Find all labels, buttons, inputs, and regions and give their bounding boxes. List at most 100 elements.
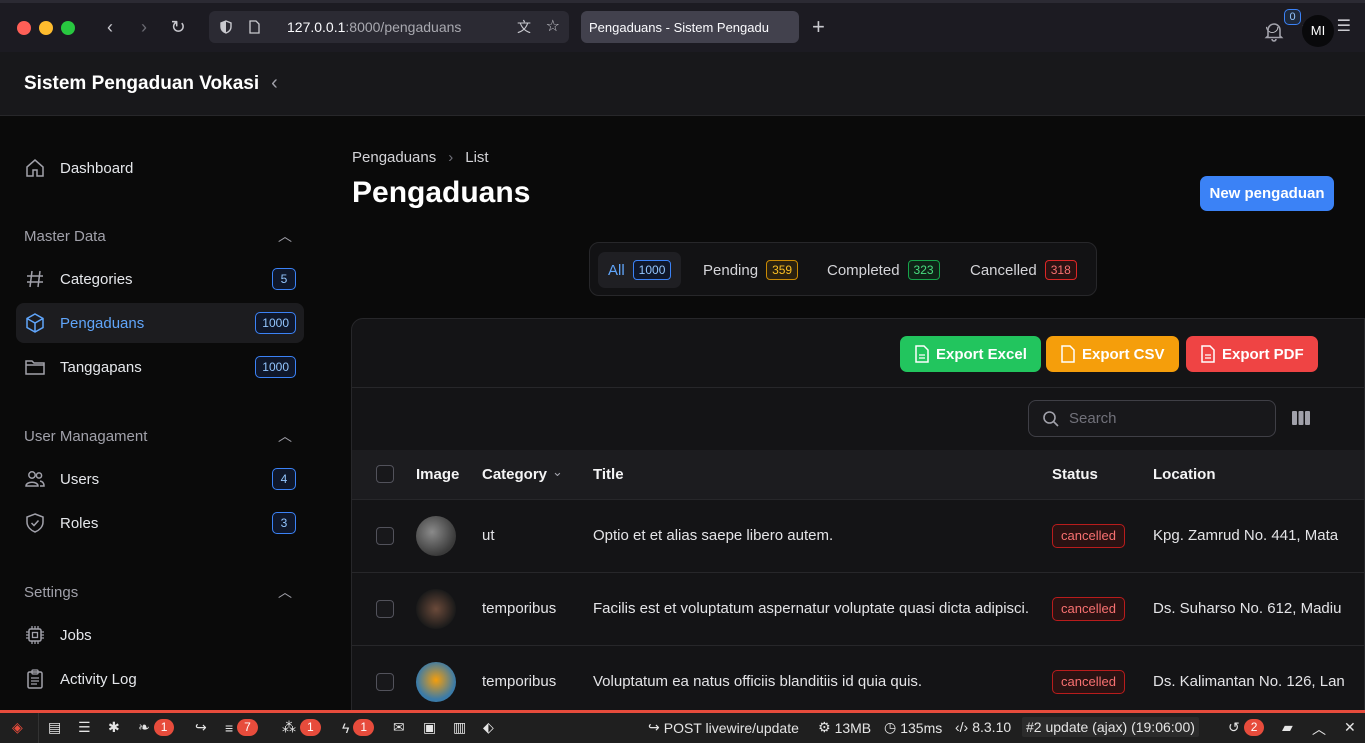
users-icon [25,471,45,487]
complaint-image-thumbnail [416,662,456,702]
count-badge: 1000 [255,312,296,334]
tab-completed[interactable]: Completed 323 [817,252,950,288]
request-info[interactable]: ↪ POST livewire/update [648,719,799,736]
view-columns-icon[interactable] [1292,410,1310,426]
chevron-up-icon[interactable]: ︿ [278,582,292,602]
share-icon: ↪ [648,719,660,735]
chevron-up-icon[interactable]: ︿ [1312,719,1326,739]
session-icon[interactable]: ▣ [423,719,436,736]
laravel-logo-icon[interactable]: ◈ [12,719,23,736]
menu-icon[interactable]: ☰ [1337,16,1351,36]
open-folder-icon[interactable]: ▰ [1282,719,1293,736]
row-checkbox[interactable] [376,527,394,545]
livewire-icon[interactable]: ϟ 1 [342,719,375,736]
sidebar-item-pengaduans[interactable]: Pengaduans 1000 [16,303,304,343]
breadcrumb-link[interactable]: Pengaduans [352,149,436,166]
new-pengaduan-button[interactable]: New pengaduan [1200,176,1334,211]
table-row[interactable]: temporibus Facilis est et voluptatum asp… [352,572,1364,645]
cpu-chip-icon [26,626,44,644]
sidebar-item-label: Activity Log [60,670,137,688]
sidebar-item-jobs[interactable]: Jobs [16,615,304,655]
chevron-down-icon[interactable]: ⌄ [552,464,563,480]
tab-label: Cancelled [970,261,1037,279]
tab-label: Pending [703,261,759,279]
sidebar-item-categories[interactable]: Categories 5 [16,259,304,299]
url-path: :8000/pengaduans [345,19,462,35]
table-row[interactable]: temporibus Voluptatum ea natus officiis … [352,645,1364,717]
export-excel-label: Export Excel [936,345,1027,363]
count-badge: 1 [300,719,321,736]
sidebar-item-users[interactable]: Users 4 [16,459,304,499]
back-icon[interactable]: ‹ [93,17,127,38]
exceptions-icon[interactable]: ✱ [108,719,120,736]
new-tab-icon[interactable]: + [812,14,825,40]
time-info[interactable]: ◷ 135ms [884,719,942,736]
url-host: 127.0.0.1 [287,19,346,35]
sidebar-item-roles[interactable]: Roles 3 [16,503,304,543]
select-all-checkbox[interactable] [376,465,394,483]
sidebar-group-settings[interactable]: Settings ︿ [24,584,296,601]
sidebar-item-activity-log[interactable]: Activity Log [16,659,304,699]
messages-icon[interactable]: ▤ [48,719,61,736]
history-icon[interactable]: ↺ 2 [1228,719,1265,736]
sidebar-group-user-managament[interactable]: User Managament ︿ [24,428,296,445]
bookmark-star-icon[interactable]: ☆ [546,16,560,36]
sidebar-item-tanggapans[interactable]: Tanggapans 1000 [16,347,304,387]
route-icon[interactable]: ↪ [195,719,207,736]
chevron-up-icon[interactable]: ︿ [278,226,292,246]
collapse-sidebar-icon[interactable]: ‹ [271,72,278,95]
sidebar-group-master-data[interactable]: Master Data ︿ [24,228,296,245]
memory-info[interactable]: ⚙ 13MB [818,719,871,736]
tab-count-badge: 323 [907,260,940,280]
tags-icon[interactable]: ⬖ [483,719,494,736]
export-csv-button[interactable]: Export CSV [1046,336,1179,372]
sidebar-group-label: Settings [24,584,79,601]
tab-count-badge: 1000 [632,260,672,280]
export-pdf-button[interactable]: Export PDF [1186,336,1318,372]
column-header-category[interactable]: Category [482,466,547,483]
avatar[interactable]: MI [1302,15,1334,47]
table-row[interactable]: ut Optio et et alias saepe libero autem.… [352,499,1364,572]
tab-count-badge: 318 [1044,260,1077,280]
sidebar-item-label: Categories [60,270,133,288]
document-icon [1201,345,1215,363]
close-window-button[interactable] [17,20,31,35]
close-icon[interactable]: ✕ [1344,719,1356,736]
tab-cancelled[interactable]: Cancelled 318 [960,252,1087,288]
chevron-up-icon[interactable]: ︿ [278,426,292,446]
time-label: 135ms [900,719,943,736]
brand-title[interactable]: Sistem Pengaduan Vokasi [24,73,259,95]
forward-icon[interactable]: › [127,17,161,38]
bell-icon[interactable] [1263,20,1285,42]
tab-all[interactable]: All 1000 [598,252,682,288]
title-cell: Facilis est et voluptatum aspernatur vol… [593,600,1030,617]
row-checkbox[interactable] [376,600,394,618]
browser-tab[interactable]: Pengaduans - Sistem Pengadu [581,11,799,43]
views-icon[interactable]: ❧ 1 [138,719,175,736]
title-cell: Voluptatum ea natus officiis blanditiis … [593,673,923,690]
request-icon[interactable]: ▥ [453,719,466,736]
sidebar-group-label: Master Data [24,228,106,245]
sidebar-item-dashboard[interactable]: Dashboard [16,148,304,188]
pengaduans-table-card: Export Excel Export CSV Export PDF Searc… [351,318,1365,718]
translate-icon[interactable]: 文 [517,17,531,37]
models-icon[interactable]: ⁂ 1 [282,719,321,736]
minimize-window-button[interactable] [39,20,53,35]
export-excel-button[interactable]: Export Excel [900,336,1041,372]
tab-pending[interactable]: Pending 359 [693,252,808,288]
database-icon[interactable]: ≡ 7 [225,719,258,736]
maximize-window-button[interactable] [61,20,75,35]
sidebar-item-label: Pengaduans [60,314,145,332]
request-selector[interactable]: #2 update (ajax) (19:06:00) [1022,717,1199,737]
sidebar-item-label: Dashboard [60,159,134,177]
tab-label: Completed [827,261,900,279]
row-checkbox[interactable] [376,673,394,691]
timeline-icon[interactable]: ☰ [78,719,91,736]
address-bar[interactable]: 127.0.0.1:8000/pengaduans 文 ☆ [209,11,569,43]
table-header: Image Category ⌄ Title Status Location [352,450,1364,499]
reload-icon[interactable]: ↻ [161,17,195,38]
export-csv-label: Export CSV [1082,345,1165,363]
mail-icon[interactable]: ✉ [393,719,405,736]
search-input[interactable]: Search [1028,400,1276,437]
tab-label: All [608,261,625,279]
